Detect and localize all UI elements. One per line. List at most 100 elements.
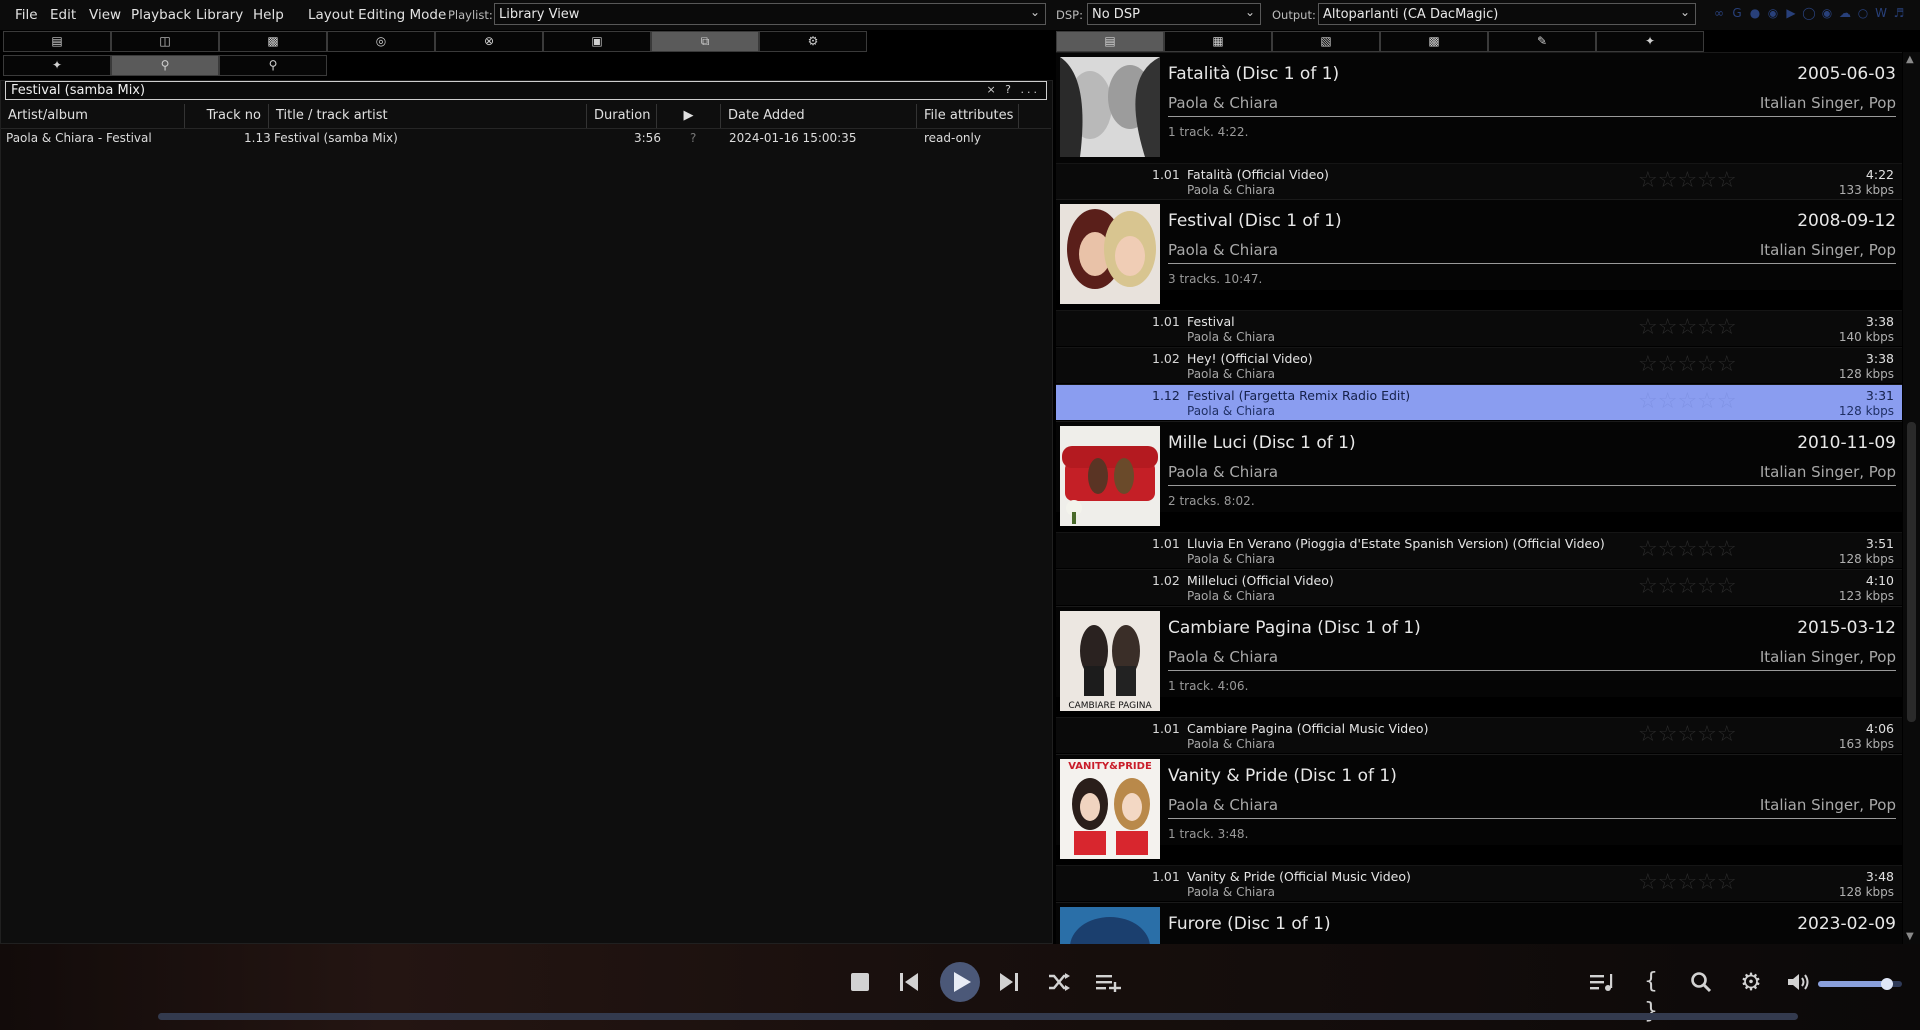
tab-key-outline[interactable]: ⚲ [219, 55, 327, 76]
menu-file[interactable]: File [15, 7, 38, 23]
menu-view[interactable]: View [89, 7, 121, 23]
playlist-select[interactable]: Library View ⌄ [494, 3, 1046, 25]
tab-wand[interactable]: ✦ [1596, 31, 1704, 52]
album-header[interactable]: Festival (Disc 1 of 1) 2008-09-12 Paola … [1056, 199, 1902, 304]
scroll-down-icon[interactable]: ▼ [1906, 931, 1914, 942]
column-play[interactable]: ▶ [657, 104, 721, 128]
google-icon[interactable]: G [1730, 6, 1744, 20]
column-track-no[interactable]: Track no [185, 104, 269, 128]
track-duration: 3:31 [1865, 388, 1894, 403]
rating-stars[interactable]: ☆☆☆☆☆ [1638, 391, 1737, 413]
album-title: Cambiare Pagina (Disc 1 of 1) [1168, 618, 1421, 638]
lastfm-icon[interactable]: ◉ [1766, 6, 1780, 20]
previous-icon [900, 973, 918, 991]
tab-autoplaylist[interactable]: ✦ [3, 55, 111, 76]
volume-slider[interactable] [1818, 978, 1902, 990]
track-bitrate: 123 kbps [1838, 589, 1894, 603]
album-header[interactable]: CAMBIARE PAGINA Cambiare Pagina (Disc 1 … [1056, 606, 1902, 711]
album-header[interactable]: Mille Luci (Disc 1 of 1) 2010-11-09 Paol… [1056, 421, 1902, 526]
shuffle-button[interactable] [1042, 967, 1076, 997]
tab-list[interactable]: ▧ [1272, 31, 1380, 52]
soundcloud-icon[interactable]: ☁ [1838, 6, 1852, 20]
rating-stars[interactable]: ☆☆☆☆☆ [1638, 317, 1737, 339]
tab-disc[interactable]: ◎ [327, 31, 435, 52]
divider [1168, 116, 1896, 117]
rating-stars[interactable]: ☆☆☆☆☆ [1638, 576, 1737, 598]
search-tools[interactable]: × ? ... [986, 83, 1040, 96]
tab-key[interactable]: ⚲ [111, 55, 219, 76]
rating-stars[interactable]: ☆☆☆☆☆ [1638, 872, 1737, 894]
track-row[interactable]: 1.01 Cambiare Pagina (Official Music Vid… [1056, 717, 1902, 753]
add-to-queue-button[interactable] [1092, 967, 1126, 997]
stop-button[interactable] [843, 967, 877, 997]
menu-playback[interactable]: Playback [131, 7, 191, 23]
volume-knob[interactable] [1880, 978, 1893, 990]
youtube-icon[interactable]: ▶ [1784, 6, 1798, 20]
tab-cancel[interactable]: ⊗ [435, 31, 543, 52]
tab-grid[interactable]: ▦ [1164, 31, 1272, 52]
lyrics-icon[interactable]: ♬ [1892, 6, 1906, 20]
search-input[interactable]: Festival (samba Mix) × ? ... [5, 81, 1047, 100]
column-artist-album[interactable]: Artist/album [1, 104, 185, 128]
wikipedia-icon[interactable]: W [1874, 6, 1888, 20]
album-header[interactable]: Furore (Disc 1 of 1) 2023-02-09 [1056, 902, 1902, 944]
album-header[interactable]: Fatalità (Disc 1 of 1) 2005-06-03 Paola … [1056, 52, 1902, 164]
album-art-image: CAMBIARE PAGINA [1060, 611, 1160, 711]
circle-x-icon: ⊗ [483, 34, 495, 48]
tab-settings[interactable]: ⚙ [759, 31, 867, 52]
web-icon[interactable]: ○ [1856, 6, 1870, 20]
rating-stars[interactable]: ☆☆☆☆☆ [1638, 170, 1737, 192]
playlist-button[interactable] [1585, 967, 1619, 997]
next-button[interactable] [992, 967, 1026, 997]
previous-button[interactable] [892, 967, 926, 997]
script-button[interactable]: { } [1634, 967, 1668, 1024]
rating-stars[interactable]: ☆☆☆☆☆ [1638, 724, 1737, 746]
track-row[interactable]: 1.02 Hey! (Official Video) Paola & Chiar… [1056, 347, 1902, 383]
track-row[interactable]: 1.01 Lluvia En Verano (Pioggia d'Estate … [1056, 532, 1902, 568]
album-list-scrollbar[interactable]: ▲ ▼ [1903, 52, 1920, 944]
tab-brush[interactable]: ✎ [1488, 31, 1596, 52]
tab-card[interactable]: ▩ [1380, 31, 1488, 52]
gear-icon: ⚙ [807, 34, 819, 48]
track-row[interactable]: 1.01 Festival Paola & Chiara ☆☆☆☆☆ 3:38 … [1056, 310, 1902, 346]
track-row[interactable]: 1.02 Milleluci (Official Video) Paola & … [1056, 569, 1902, 605]
track-row[interactable]: 1.01 Fatalità (Official Video) Paola & C… [1056, 163, 1902, 199]
tab-page[interactable]: ▤ [3, 31, 111, 52]
settings-button[interactable]: ⚙ [1734, 967, 1768, 997]
menu-library[interactable]: Library [196, 7, 243, 23]
rating-stars[interactable]: ☆☆☆☆☆ [1638, 539, 1737, 561]
album-title: Furore (Disc 1 of 1) [1168, 914, 1331, 934]
track-row[interactable]: 1.01 Vanity & Pride (Official Music Vide… [1056, 865, 1902, 901]
tab-book[interactable]: ◫ [111, 31, 219, 52]
track-artist: Paola & Chiara [1187, 367, 1276, 381]
menu-edit[interactable]: Edit [50, 7, 76, 23]
tab-card[interactable]: ▩ [219, 31, 327, 52]
seek-bar[interactable] [158, 1013, 1798, 1020]
output-select[interactable]: Altoparlanti (CA DacMagic) ⌄ [1318, 3, 1696, 25]
column-date-added[interactable]: Date Added [721, 104, 917, 128]
album-header[interactable]: VANITY&PRIDE Vanity & Pride (Disc 1 of 1… [1056, 754, 1902, 859]
mute-button[interactable] [1782, 967, 1816, 997]
track-row-selected[interactable]: 1.12 Festival (Fargetta Remix Radio Edit… [1056, 384, 1902, 420]
link-icon[interactable]: ∞ [1712, 6, 1726, 20]
menu-help[interactable]: Help [253, 7, 284, 23]
column-title[interactable]: Title / track artist [269, 104, 587, 128]
dsp-select[interactable]: No DSP ⌄ [1087, 3, 1261, 25]
top-menu-bar: File Edit View Playback Library Help Lay… [0, 0, 1920, 30]
column-duration[interactable]: Duration [587, 104, 657, 128]
play-button[interactable] [940, 962, 980, 1002]
spotify-icon[interactable]: ◉ [1820, 6, 1834, 20]
discogs-icon[interactable]: ● [1748, 6, 1762, 20]
scroll-thumb[interactable] [1907, 422, 1916, 722]
column-file-attributes[interactable]: File attributes [917, 104, 1019, 128]
musicbrainz-icon[interactable]: ◯ [1802, 6, 1816, 20]
rating-stars[interactable]: ☆☆☆☆☆ [1638, 354, 1737, 376]
tab-page[interactable]: ▤ [1056, 31, 1164, 52]
card-icon: ▩ [267, 34, 279, 48]
tab-folder[interactable]: ▣ [543, 31, 651, 52]
layout-editing-mode-toggle[interactable]: Layout Editing Mode [308, 7, 446, 23]
tab-window[interactable]: ⧉ [651, 31, 759, 52]
track-bitrate: 128 kbps [1838, 885, 1894, 899]
scroll-up-icon[interactable]: ▲ [1906, 54, 1914, 65]
search-button[interactable] [1684, 967, 1718, 997]
